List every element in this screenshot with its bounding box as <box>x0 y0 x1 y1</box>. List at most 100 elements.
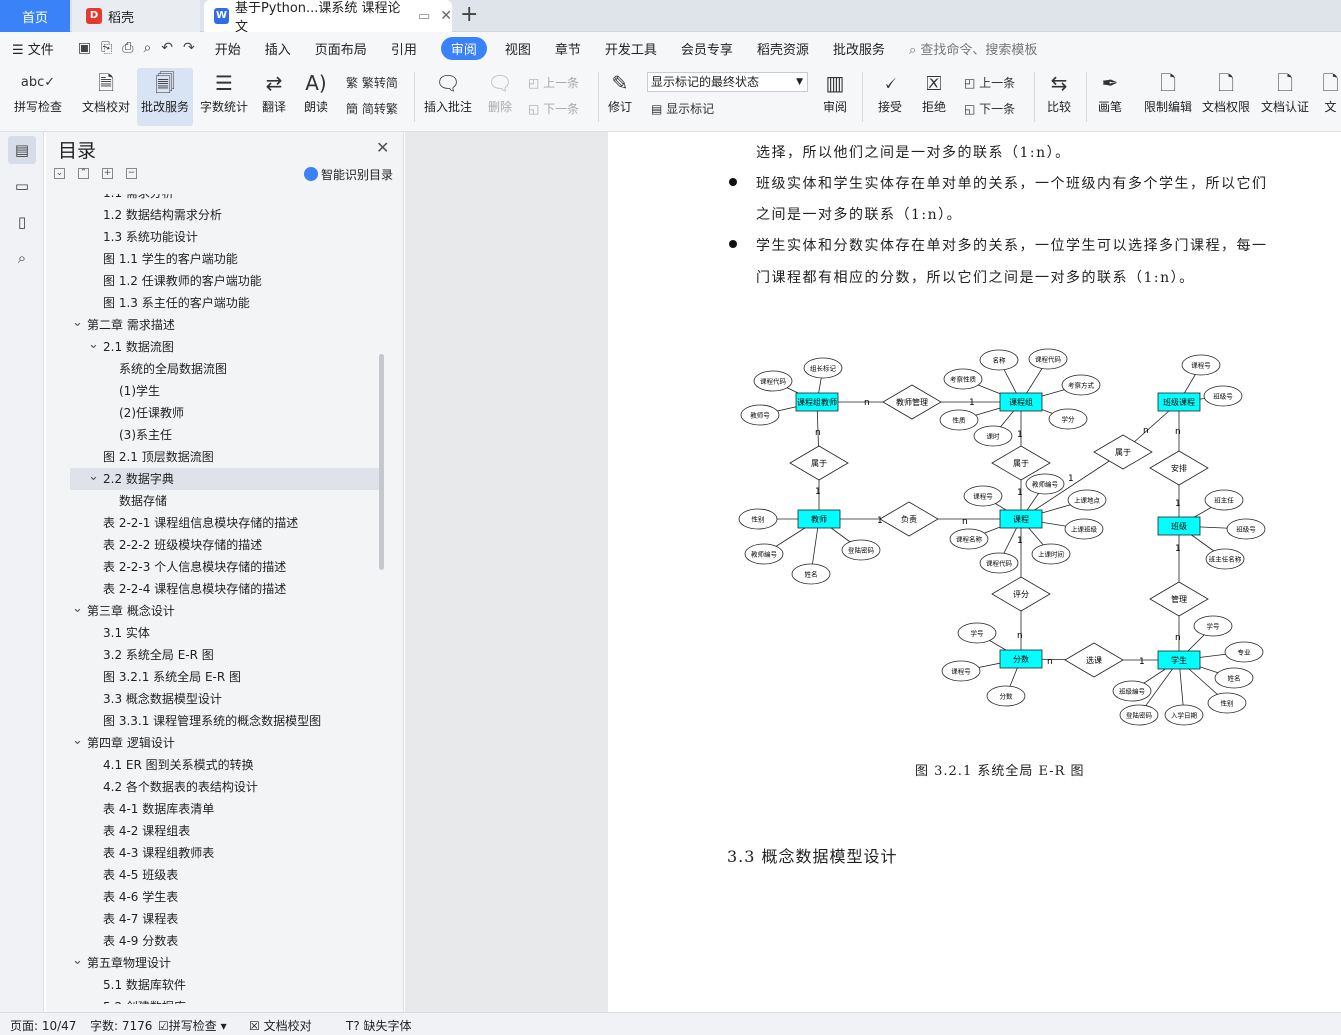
delete-comment-button[interactable]: 🗨 删除 <box>480 68 520 126</box>
menu-review[interactable]: 审阅 <box>440 36 487 60</box>
toc-item[interactable]: 5.1 数据库软件 <box>70 974 380 996</box>
toc-item[interactable]: 系统的全局数据流图 <box>70 358 380 380</box>
spellcheck-status[interactable]: ☑拼写检查 ▾ <box>158 1017 227 1034</box>
trad-to-simp-button[interactable]: 繁 繁转简 <box>346 74 398 91</box>
add-heading-icon[interactable]: + <box>102 168 113 179</box>
toc-item[interactable]: 5.2 创建数据库 <box>70 996 380 1004</box>
tab-home[interactable]: 首页 <box>0 0 70 32</box>
track-changes-button[interactable]: ✎ 修订 <box>602 68 638 126</box>
remove-heading-icon[interactable]: − <box>126 168 137 179</box>
chevron-down-icon[interactable]: ⌄ <box>72 730 83 752</box>
print-icon[interactable]: ⎙ <box>122 40 133 56</box>
toc-item[interactable]: 表 2-2-3 个人信息模块存储的描述 <box>70 556 380 578</box>
toc-item[interactable]: 图 2.1 顶层数据流图 <box>70 446 380 468</box>
toc-item[interactable]: 3.2 系统全局 E-R 图 <box>70 644 380 666</box>
toc-item[interactable]: 表 2-2-2 班级模块存储的描述 <box>70 534 380 556</box>
toc-item[interactable]: 图 1.1 学生的客户端功能 <box>70 248 380 270</box>
read-aloud-button[interactable]: A) 朗读 <box>298 68 334 126</box>
toc-item[interactable]: 数据存储 <box>70 490 380 512</box>
tab-pin-icon[interactable]: ▭ <box>418 9 430 24</box>
menu-chapter[interactable]: 章节 <box>555 39 581 58</box>
toc-item[interactable]: ⌄ 第五章物理设计 <box>70 952 380 974</box>
export-icon[interactable]: ⎘ <box>101 40 112 56</box>
toc-item[interactable]: 图 1.3 系主任的客户端功能 <box>70 292 380 314</box>
menu-start[interactable]: 开始 <box>215 39 241 58</box>
tab-daoke[interactable]: D 稻壳 <box>72 0 200 32</box>
toc-item[interactable]: (1)学生 <box>70 380 380 402</box>
menu-member[interactable]: 会员专享 <box>681 39 733 58</box>
markup-state-select[interactable]: 显示标记的最终状态 ▼ <box>647 72 808 92</box>
search-icon[interactable]: ⌕ <box>8 244 36 272</box>
missing-font-status[interactable]: T? 缺失字体 <box>346 1017 412 1034</box>
toc-item[interactable]: 4.1 ER 图到关系模式的转换 <box>70 754 380 776</box>
menu-review-service[interactable]: 批改服务 <box>833 39 885 58</box>
toc-item[interactable]: (2)任课教师 <box>70 402 380 424</box>
close-icon[interactable]: ✕ <box>376 138 389 157</box>
toc-item[interactable]: 表 4-5 班级表 <box>70 864 380 886</box>
page-indicator[interactable]: 页面: 10/47 <box>10 1017 76 1034</box>
expand-up-icon[interactable]: ⌃ <box>78 168 89 179</box>
toc-item[interactable]: 图 3.2.1 系统全局 E-R 图 <box>70 666 380 688</box>
pen-button[interactable]: ✒ 画笔 <box>1094 68 1126 126</box>
prev-change-button[interactable]: ◰ 上一条 <box>964 74 1015 91</box>
next-change-button[interactable]: ◱ 下一条 <box>964 100 1015 117</box>
toc-item[interactable]: 1.1 需求分析 <box>70 194 380 204</box>
undo-icon[interactable]: ↶ <box>161 40 173 56</box>
toc-item[interactable]: 3.3 概念数据模型设计 <box>70 688 380 710</box>
toc-item[interactable]: 1.2 数据结构需求分析 <box>70 204 380 226</box>
toc-item[interactable]: 表 4-6 学生表 <box>70 886 380 908</box>
toc-item[interactable]: ⌄ 第二章 需求描述 <box>70 314 380 336</box>
toc-item[interactable]: 表 4-7 课程表 <box>70 908 380 930</box>
chevron-down-icon[interactable]: ⌄ <box>72 598 83 620</box>
menu-daoke[interactable]: 稻壳资源 <box>757 39 809 58</box>
menu-layout[interactable]: 页面布局 <box>315 39 367 58</box>
chevron-down-icon[interactable]: ⌄ <box>88 466 99 488</box>
toc-item[interactable]: ⌄ 第四章 逻辑设计 <box>70 732 380 754</box>
toc-item[interactable]: 表 4-9 分数表 <box>70 930 380 952</box>
smart-toc-button[interactable]: 智能识别目录 <box>304 166 393 183</box>
collapse-all-icon[interactable]: ⌄ <box>54 168 65 179</box>
tab-close-icon[interactable]: ✕ <box>440 8 452 24</box>
toc-item[interactable]: 3.1 实体 <box>70 622 380 644</box>
toc-item[interactable]: 4.2 各个数据表的表结构设计 <box>70 776 380 798</box>
doc-certify-button[interactable]: 🗋 文档认证 <box>1258 68 1312 126</box>
new-tab-icon[interactable]: + <box>460 3 478 27</box>
toc-panel-icon[interactable]: ▤ <box>8 136 36 164</box>
more-ribbon-button[interactable]: 🗋 文 <box>1320 68 1341 126</box>
toc-item[interactable]: 表 4-3 课程组教师表 <box>70 842 380 864</box>
menu-devtools[interactable]: 开发工具 <box>605 39 657 58</box>
insert-comment-button[interactable]: 🗨 插入批注 <box>420 68 476 126</box>
tab-document[interactable]: W 基于Python...课系统 课程论文 ▭ ✕ <box>204 0 452 35</box>
review-pane-button[interactable]: ▥ 审阅 <box>816 68 854 126</box>
prev-comment-button[interactable]: ◰ 上一条 <box>528 74 579 91</box>
bookmark-icon[interactable]: ▯ <box>8 208 36 236</box>
doc-check-status[interactable]: ☒ 文档校对 <box>249 1017 312 1034</box>
word-count-button[interactable]: ☰ 字数统计 <box>197 68 251 126</box>
redo-icon[interactable]: ↷ <box>183 40 195 56</box>
toc-item[interactable]: ⌄ 2.1 数据流图 <box>70 336 380 358</box>
spellcheck-button[interactable]: abc✓ 拼写检查 <box>10 68 66 126</box>
toc-item[interactable]: 表 4-1 数据库表清单 <box>70 798 380 820</box>
save-icon[interactable]: ▣ <box>78 40 91 56</box>
toc-scrollbar[interactable] <box>379 354 384 570</box>
reject-button[interactable]: 🗵 拒绝 <box>914 68 954 126</box>
word-count-indicator[interactable]: 字数: 7176 <box>90 1017 152 1034</box>
toc-item[interactable]: 表 4-2 课程组表 <box>70 820 380 842</box>
menu-reference[interactable]: 引用 <box>391 39 417 58</box>
toc-item[interactable]: ⌄ 第三章 概念设计 <box>70 600 380 622</box>
toc-item[interactable]: 1.3 系统功能设计 <box>70 226 380 248</box>
doc-permission-button[interactable]: 🗋 文档权限 <box>1200 68 1252 126</box>
simp-to-trad-button[interactable]: 簡 简转繁 <box>346 100 398 117</box>
toc-item[interactable]: (3)系主任 <box>70 424 380 446</box>
chapter-nav-icon[interactable]: ▭ <box>8 172 36 200</box>
toc-item[interactable]: 图 1.2 任课教师的客户端功能 <box>70 270 380 292</box>
compare-button[interactable]: ⇆ 比较 <box>1040 68 1078 126</box>
menu-insert[interactable]: 插入 <box>265 39 291 58</box>
chevron-down-icon[interactable]: ⌄ <box>72 312 83 334</box>
show-markup-button[interactable]: ▤ 显示标记 <box>651 100 714 117</box>
review-service-button[interactable]: 🗐 批改服务 <box>137 68 193 126</box>
toc-item[interactable]: 表 2-2-4 课程信息模块存储的描述 <box>70 578 380 600</box>
toc-item[interactable]: 表 2-2-1 课程组信息模块存储的描述 <box>70 512 380 534</box>
toc-item-selected[interactable]: ⌄ 2.2 数据字典 <box>70 468 380 490</box>
next-comment-button[interactable]: ◱ 下一条 <box>528 100 579 117</box>
